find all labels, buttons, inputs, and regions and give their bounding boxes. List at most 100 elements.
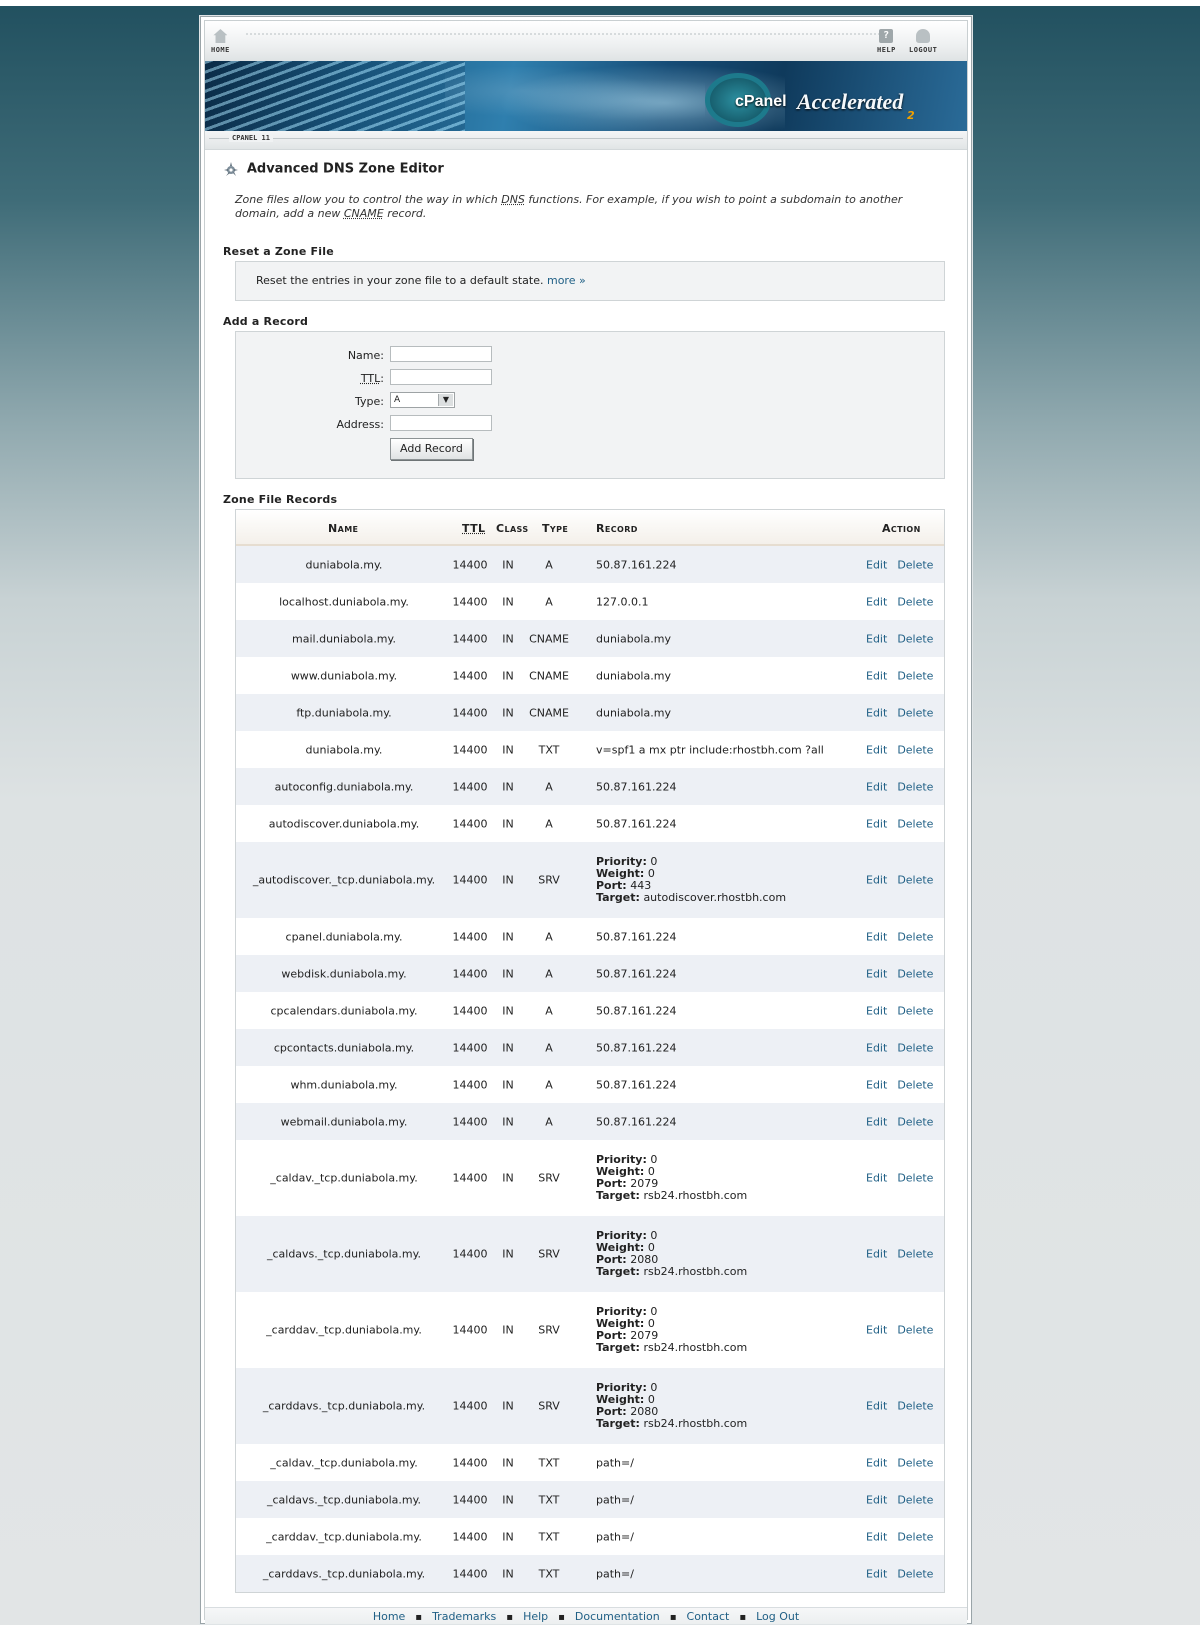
ttl-input[interactable] (390, 369, 492, 385)
edit-link[interactable]: Edit (866, 706, 887, 719)
delete-link[interactable]: Delete (897, 874, 933, 887)
delete-link[interactable]: Delete (897, 1530, 933, 1543)
name-row: Name: (236, 346, 944, 366)
srv-target-value: autodiscover.rhostbh.com (643, 891, 787, 904)
record-name: ftp.duniabola.my. (296, 706, 392, 719)
record-ttl: 14400 (452, 1041, 488, 1054)
edit-link[interactable]: Edit (866, 1400, 887, 1413)
delete-link[interactable]: Delete (897, 1456, 933, 1469)
edit-link[interactable]: Edit (866, 1248, 887, 1261)
edit-link[interactable]: Edit (866, 1567, 887, 1580)
record-class: IN (502, 930, 514, 943)
footer-link-trademarks[interactable]: Trademarks (432, 1610, 496, 1623)
chevron-down-icon[interactable]: ▼ (438, 394, 453, 406)
address-label: Address: (336, 418, 384, 431)
add-record-form: Name: TTL: Type: A ▼ Address: Add Record (235, 331, 945, 479)
edit-link[interactable]: Edit (866, 669, 887, 682)
table-row: mail.duniabola.my. 14400 IN CNAME duniabola.… (236, 620, 944, 657)
record-type: CNAME (529, 669, 569, 682)
record-ttl: 14400 (452, 930, 488, 943)
edit-link[interactable]: Edit (866, 1456, 887, 1469)
record-value: 50.87.161.224 (596, 1078, 677, 1091)
edit-link[interactable]: Edit (866, 780, 887, 793)
footer-separator: ▪ (415, 1612, 423, 1623)
home-button[interactable]: HOME (211, 29, 230, 54)
record-name: _carddavs._tcp.duniabola.my. (262, 1567, 426, 1580)
edit-link[interactable]: Edit (866, 874, 887, 887)
type-select[interactable]: A ▼ (390, 392, 455, 408)
delete-link[interactable]: Delete (897, 1172, 933, 1185)
record-type: A (545, 1041, 553, 1054)
record-name: cpcalendars.duniabola.my. (270, 1004, 418, 1017)
record-ttl: 14400 (452, 1004, 488, 1017)
edit-link[interactable]: Edit (866, 558, 887, 571)
footer-link-help[interactable]: Help (523, 1610, 548, 1623)
footer-link-contact[interactable]: Contact (687, 1610, 730, 1623)
edit-link[interactable]: Edit (866, 1004, 887, 1017)
record-ttl: 14400 (452, 1078, 488, 1091)
footer-separator: ▪ (558, 1612, 565, 1623)
table-row: localhost.duniabola.my. 14400 IN A 127.0.0.1… (236, 583, 944, 620)
logout-button[interactable]: LOGOUT (909, 29, 937, 54)
edit-link[interactable]: Edit (866, 967, 887, 980)
ttl-colon: : (380, 372, 384, 385)
logo-version-text: 2 (907, 109, 915, 122)
edit-link[interactable]: Edit (866, 1041, 887, 1054)
delete-link[interactable]: Delete (897, 706, 933, 719)
delete-link[interactable]: Delete (897, 930, 933, 943)
reset-zone-box: Reset the entries in your zone file to a… (235, 261, 945, 301)
delete-link[interactable]: Delete (897, 1004, 933, 1017)
delete-link[interactable]: Delete (897, 780, 933, 793)
record-class: IN (502, 1493, 514, 1506)
delete-link[interactable]: Delete (897, 632, 933, 645)
edit-link[interactable]: Edit (866, 743, 887, 756)
edit-link[interactable]: Edit (866, 1493, 887, 1506)
delete-link[interactable]: Delete (897, 1078, 933, 1091)
delete-link[interactable]: Delete (897, 817, 933, 830)
edit-link[interactable]: Edit (866, 817, 887, 830)
edit-link[interactable]: Edit (866, 632, 887, 645)
delete-link[interactable]: Delete (897, 1493, 933, 1506)
edit-link[interactable]: Edit (866, 1530, 887, 1543)
col-class-header: Class (496, 522, 529, 535)
footer-separator: ▪ (739, 1612, 747, 1623)
srv-target-line: Target: rsb24.rhostbh.com (596, 1190, 747, 1202)
record-type: A (545, 595, 553, 608)
delete-link[interactable]: Delete (897, 1248, 933, 1261)
delete-link[interactable]: Delete (897, 1324, 933, 1337)
delete-link[interactable]: Delete (897, 558, 933, 571)
delete-link[interactable]: Delete (897, 1115, 933, 1128)
edit-link[interactable]: Edit (866, 1078, 887, 1091)
delete-link[interactable]: Delete (897, 1041, 933, 1054)
record-name: cpanel.duniabola.my. (285, 930, 403, 943)
edit-link[interactable]: Edit (866, 1172, 887, 1185)
record-class: IN (502, 817, 514, 830)
footer-link-documentation[interactable]: Documentation (575, 1610, 660, 1623)
record-type: A (545, 817, 553, 830)
table-row: _caldavs._tcp.duniabola.my. 14400 IN SRV Pri… (236, 1216, 944, 1292)
delete-link[interactable]: Delete (897, 1400, 933, 1413)
table-row: cpcalendars.duniabola.my. 14400 IN A 50.87.1… (236, 992, 944, 1029)
breadcrumb-cpanel-11[interactable]: CPANEL 11 (229, 134, 273, 142)
name-input[interactable] (390, 346, 492, 362)
edit-link[interactable]: Edit (866, 1324, 887, 1337)
delete-link[interactable]: Delete (897, 595, 933, 608)
record-actions: Edit Delete (866, 1004, 943, 1017)
edit-link[interactable]: Edit (866, 1115, 887, 1128)
footer-link-log-out[interactable]: Log Out (756, 1610, 799, 1623)
footer-link-home[interactable]: Home (373, 1610, 405, 1623)
reset-zone-text: Reset the entries in your zone file to a… (256, 274, 586, 287)
footer-separator: ▪ (506, 1612, 514, 1623)
delete-link[interactable]: Delete (897, 669, 933, 682)
delete-link[interactable]: Delete (897, 1567, 933, 1580)
record-name: _caldavs._tcp.duniabola.my. (266, 1493, 422, 1506)
help-button[interactable]: ? HELP (877, 29, 896, 54)
delete-link[interactable]: Delete (897, 967, 933, 980)
record-class: IN (502, 706, 514, 719)
edit-link[interactable]: Edit (866, 595, 887, 608)
address-input[interactable] (390, 415, 492, 431)
add-record-button[interactable]: Add Record (390, 438, 473, 460)
edit-link[interactable]: Edit (866, 930, 887, 943)
delete-link[interactable]: Delete (897, 743, 933, 756)
reset-more-link[interactable]: more » (547, 274, 586, 287)
